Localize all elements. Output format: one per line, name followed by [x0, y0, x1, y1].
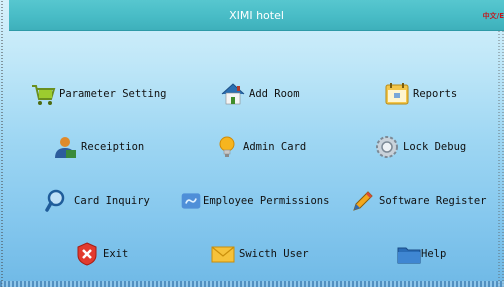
add-room-label: Add Room — [249, 88, 300, 100]
pencil-icon — [353, 191, 373, 211]
shield-exit-icon — [77, 242, 97, 266]
admin-card-label: Admin Card — [243, 141, 307, 153]
right-edge-dots — [497, 0, 504, 287]
exit-button[interactable]: Exit — [74, 240, 128, 268]
bottom-strip — [0, 281, 504, 287]
software-register-button[interactable]: Software Register — [350, 187, 486, 215]
help-label: Help — [421, 248, 447, 260]
shopping-cart-icon — [32, 85, 56, 105]
title-bar: XIMI hotel 中文/E — [9, 0, 504, 31]
parameter-setting-button[interactable]: Parameter Setting — [30, 80, 166, 108]
app-window: XIMI hotel 中文/E Parameter Setting Add Ro… — [0, 0, 504, 287]
magnifier-icon — [45, 189, 65, 212]
lock-debug-button[interactable]: Lock Debug — [374, 133, 466, 161]
add-room-button[interactable]: Add Room — [220, 80, 300, 108]
lock-debug-label: Lock Debug — [403, 141, 467, 153]
permissions-icon — [181, 193, 201, 209]
employee-permissions-button[interactable]: Employee Permissions — [180, 187, 329, 215]
switch-user-label: Swicth User — [239, 248, 309, 260]
exit-label: Exit — [103, 248, 129, 260]
gear-icon — [376, 136, 398, 158]
reports-button[interactable]: Reports — [384, 80, 457, 108]
left-edge-dots — [0, 0, 5, 287]
receiption-button[interactable]: Receiption — [52, 133, 144, 161]
switch-user-button[interactable]: Swicth User — [210, 240, 309, 268]
card-inquiry-button[interactable]: Card Inquiry — [45, 187, 150, 215]
card-inquiry-label: Card Inquiry — [74, 195, 150, 207]
reports-label: Reports — [413, 88, 458, 100]
language-toggle[interactable]: 中文/E — [483, 11, 504, 21]
calendar-icon — [385, 83, 409, 105]
help-button[interactable]: Help — [396, 240, 446, 268]
envelope-icon — [211, 246, 235, 263]
lightbulb-icon — [219, 136, 235, 157]
folder-icon — [397, 247, 421, 264]
software-register-label: Software Register — [379, 195, 487, 207]
window-title: XIMI hotel — [229, 9, 284, 22]
receiption-label: Receiption — [81, 141, 145, 153]
admin-card-button[interactable]: Admin Card — [214, 133, 306, 161]
user-icon — [55, 137, 76, 158]
employee-permissions-label: Employee Permissions — [203, 195, 330, 207]
house-icon — [221, 83, 245, 105]
parameter-setting-label: Parameter Setting — [59, 88, 167, 100]
